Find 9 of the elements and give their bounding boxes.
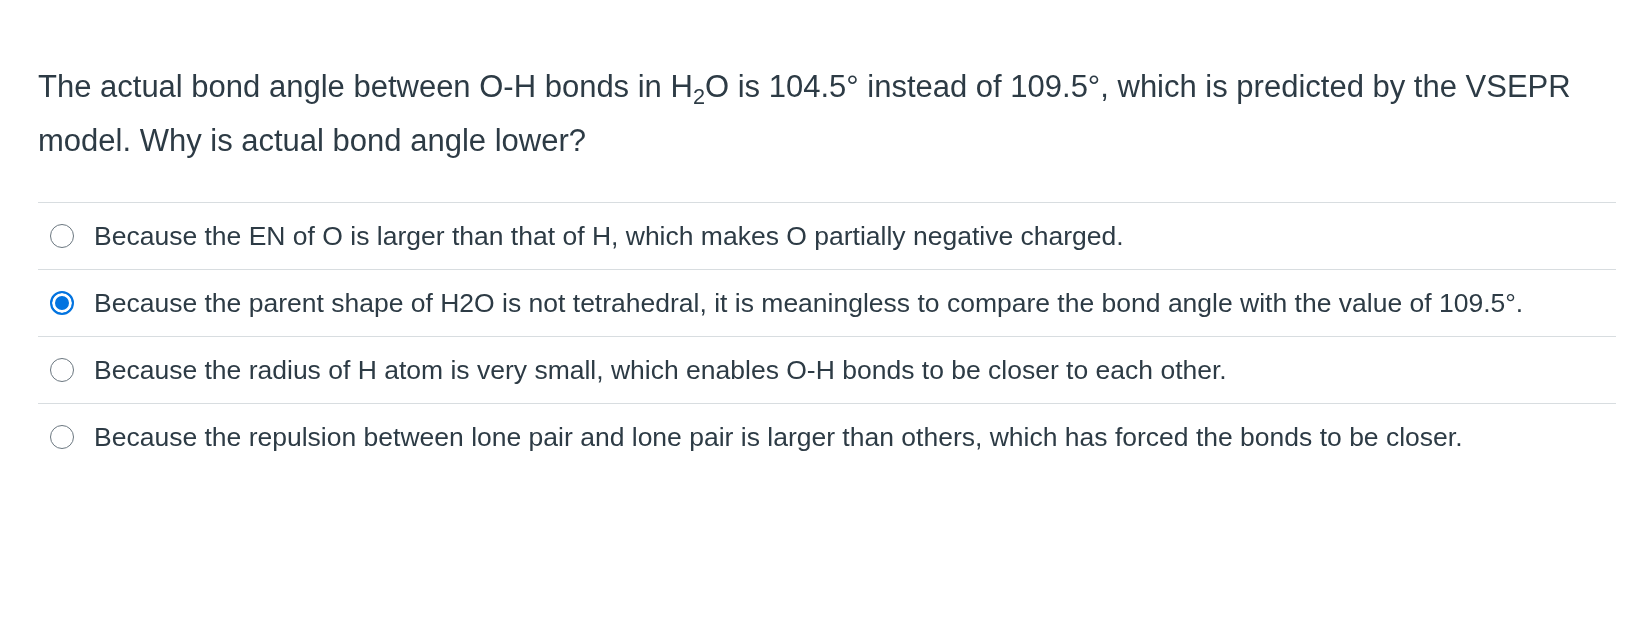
option-text: Because the repulsion between lone pair and lone pair is larger than others, which has forced the bonds to be closer.	[94, 421, 1463, 454]
option-text: Because the EN of O is larger than that of H, which makes O partially negative charged.	[94, 220, 1124, 253]
radio-button[interactable]	[50, 224, 74, 248]
option-text: Because the parent shape of H2O is not tetrahedral, it is meaningless to compare the bond angle with the value of 109.5°.	[94, 287, 1524, 320]
radio-button[interactable]	[50, 425, 74, 449]
question-text: The actual bond angle between O-H bonds in H$_{2}$O is 104.5° instead of 109.5°, which is predicted by the VSEPR model. Why is actual bond angle lower?	[38, 68, 1572, 160]
option-text: Because the radius of H atom is very small, which enables O-H bonds to be closer to each other.	[94, 354, 1227, 387]
radio-button[interactable]	[50, 358, 74, 382]
radio-button[interactable]	[50, 291, 74, 315]
